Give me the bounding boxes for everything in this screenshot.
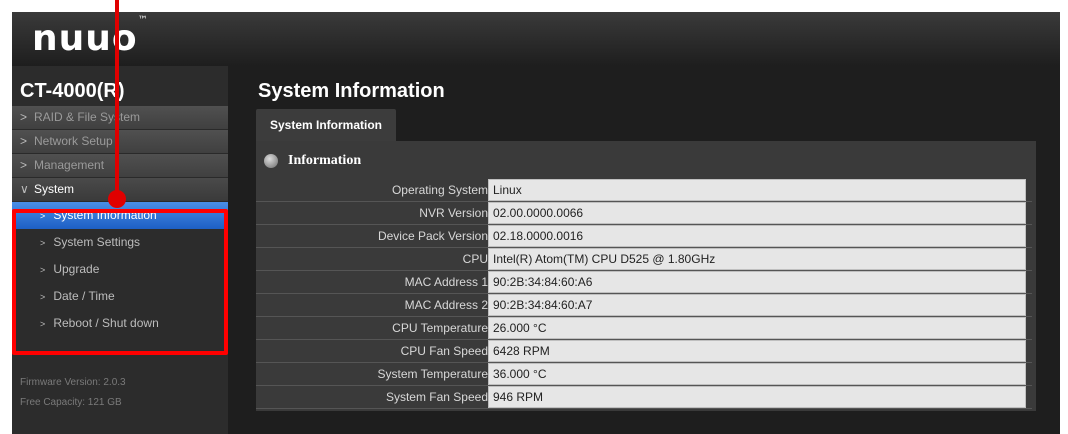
- subitem-label: Reboot / Shut down: [53, 316, 159, 330]
- row-value-cell: Intel(R) Atom(TM) CPU D525 @ 1.80GHz: [488, 247, 1032, 271]
- row-value-cell: 02.18.0000.0016: [488, 224, 1032, 248]
- subitem-label: System Information: [53, 208, 157, 222]
- row-value-cell: Linux: [488, 179, 1032, 202]
- sidebar-menu: > RAID & File System > Network Setup > Mana…: [12, 106, 228, 337]
- chevron-right-icon: >: [20, 134, 28, 148]
- subitem-reboot-shutdown[interactable]: > Reboot / Shut down: [12, 310, 228, 337]
- subitem-system-settings[interactable]: > System Settings: [12, 229, 228, 256]
- annotation-arrow-line: [115, 0, 119, 196]
- row-value: 26.000 °C: [488, 317, 1026, 339]
- chevron-right-icon: >: [20, 158, 28, 172]
- row-label: MAC Address 2: [256, 293, 488, 317]
- subitem-label: System Settings: [53, 235, 141, 249]
- row-value: Linux: [488, 179, 1026, 201]
- row-value-cell: 90:2B:34:84:60:A6: [488, 270, 1032, 294]
- table-row: Device Pack Version 02.18.0000.0016: [256, 224, 1032, 248]
- table-row: MAC Address 1 90:2B:34:84:60:A6: [256, 270, 1032, 294]
- page-title: System Information: [258, 80, 445, 102]
- row-value: 90:2B:34:84:60:A6: [488, 271, 1026, 293]
- row-label: NVR Version: [256, 201, 488, 225]
- subitem-label: Upgrade: [53, 262, 100, 276]
- sidebar-item-network[interactable]: > Network Setup: [12, 130, 228, 154]
- app-header: nuuo™: [12, 12, 1060, 66]
- row-label: MAC Address 1: [256, 270, 488, 294]
- annotation-arrow-dot: [108, 190, 126, 208]
- row-value-cell: 90:2B:34:84:60:A7: [488, 293, 1032, 317]
- row-label: CPU: [256, 247, 488, 271]
- info-panel: Information Operating System Linux NVR Ver…: [256, 141, 1036, 411]
- firmware-version: Firmware Version: 2.0.3: [20, 377, 126, 388]
- row-value-cell: 6428 RPM: [488, 339, 1032, 363]
- table-row: CPU Fan Speed 6428 RPM: [256, 339, 1032, 363]
- table-row: CPU Intel(R) Atom(TM) CPU D525 @ 1.80GHz: [256, 247, 1032, 271]
- sidebar-item-label: RAID & File System: [34, 110, 141, 124]
- section-header: Information: [264, 151, 361, 171]
- sidebar-item-label: Network Setup: [34, 134, 113, 148]
- row-value: 90:2B:34:84:60:A7: [488, 294, 1026, 316]
- row-value-cell: 26.000 °C: [488, 316, 1032, 340]
- row-value: Intel(R) Atom(TM) CPU D525 @ 1.80GHz: [488, 248, 1026, 270]
- subitem-upgrade[interactable]: > Upgrade: [12, 256, 228, 283]
- sidebar: CT-4000(R) > RAID & File System > Network …: [12, 66, 228, 434]
- sidebar-item-label: System: [34, 182, 75, 196]
- table-row: NVR Version 02.00.0000.0066: [256, 201, 1032, 225]
- row-value: 6428 RPM: [488, 340, 1026, 362]
- table-row: Operating System Linux: [256, 179, 1032, 202]
- row-value-cell: 02.00.0000.0066: [488, 201, 1032, 225]
- row-label: System Temperature: [256, 362, 488, 386]
- chevron-right-icon: >: [20, 110, 28, 124]
- sidebar-item-management[interactable]: > Management: [12, 154, 228, 178]
- free-capacity: Free Capacity: 121 GB: [20, 397, 122, 408]
- row-label: CPU Temperature: [256, 316, 488, 340]
- row-value: 946 RPM: [488, 386, 1026, 408]
- system-submenu: > System Information > System Settings >…: [12, 202, 228, 337]
- row-value-cell: 36.000 °C: [488, 362, 1032, 386]
- chevron-right-icon: >: [40, 211, 46, 221]
- chevron-right-icon: >: [40, 319, 46, 329]
- row-value-cell: 946 RPM: [488, 385, 1032, 409]
- sidebar-item-label: Management: [34, 158, 105, 172]
- nuuo-logo: nuuo™: [32, 15, 149, 59]
- chevron-right-icon: >: [40, 265, 46, 275]
- chevron-right-icon: >: [40, 292, 46, 302]
- sidebar-footer: Firmware Version: 2.0.3 Free Capacity: 1…: [20, 373, 126, 413]
- table-row: MAC Address 2 90:2B:34:84:60:A7: [256, 293, 1032, 317]
- main-content: System Information System Information In…: [228, 66, 1060, 434]
- row-label: Operating System: [256, 179, 488, 202]
- row-label: Device Pack Version: [256, 224, 488, 248]
- chevron-right-icon: >: [40, 238, 46, 248]
- row-value: 36.000 °C: [488, 363, 1026, 385]
- subitem-label: Date / Time: [53, 289, 115, 303]
- info-bullet-icon: [264, 154, 278, 168]
- device-model: CT-4000(R): [20, 80, 125, 102]
- section-title: Information: [288, 153, 362, 168]
- row-value: 02.18.0000.0016: [488, 225, 1026, 247]
- table-row: System Fan Speed 946 RPM: [256, 385, 1032, 409]
- table-row: CPU Temperature 26.000 °C: [256, 316, 1032, 340]
- sidebar-item-raid[interactable]: > RAID & File System: [12, 106, 228, 130]
- table-row: System Temperature 36.000 °C: [256, 362, 1032, 386]
- chevron-down-icon: ∨: [20, 182, 29, 196]
- tab-system-information[interactable]: System Information: [256, 109, 396, 141]
- info-table: Operating System Linux NVR Version 02.00.00…: [256, 179, 1032, 409]
- row-label: CPU Fan Speed: [256, 339, 488, 363]
- row-label: System Fan Speed: [256, 385, 488, 409]
- subitem-date-time[interactable]: > Date / Time: [12, 283, 228, 310]
- row-value: 02.00.0000.0066: [488, 202, 1026, 224]
